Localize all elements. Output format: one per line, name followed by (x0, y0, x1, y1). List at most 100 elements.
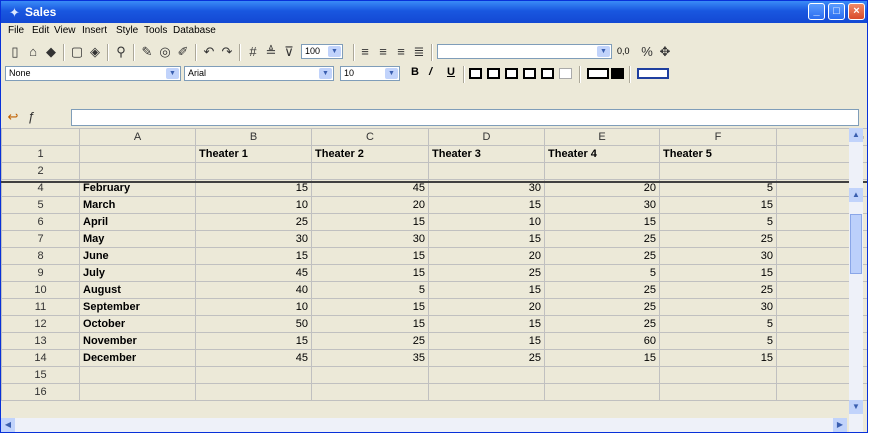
value-cell[interactable]: 15 (311, 213, 429, 231)
cell[interactable] (195, 366, 312, 384)
border-inner-vertical-icon[interactable] (505, 68, 518, 79)
value-cell[interactable]: 15 (195, 247, 312, 265)
minimize-button[interactable]: _ (808, 3, 825, 20)
value-cell[interactable]: 30 (659, 247, 777, 265)
value-cell[interactable]: 15 (428, 230, 545, 248)
value-cell[interactable]: 5 (659, 332, 777, 350)
horizontal-scrollbar[interactable]: ◀ ▶ (1, 418, 847, 432)
column-header-b[interactable]: B (195, 128, 312, 146)
print-icon[interactable]: ◈ (87, 44, 103, 60)
chevron-down-icon[interactable]: ▼ (166, 68, 179, 79)
row-header[interactable]: 6 (1, 213, 80, 231)
row-header[interactable]: 11 (1, 298, 80, 316)
number-format-label[interactable]: 0,0 (617, 46, 630, 56)
chevron-down-icon[interactable]: ▼ (319, 68, 332, 79)
wrap-text-icon[interactable] (637, 68, 669, 79)
column-header-e[interactable]: E (544, 128, 660, 146)
value-cell[interactable]: 5 (311, 281, 429, 299)
value-cell[interactable]: 25 (659, 281, 777, 299)
row-header[interactable]: 8 (1, 247, 80, 265)
cell[interactable] (544, 366, 660, 384)
value-cell[interactable]: 15 (428, 315, 545, 333)
formula-input[interactable] (71, 109, 859, 126)
value-cell[interactable]: 25 (195, 213, 312, 231)
open-folder-icon[interactable]: ⌂ (25, 44, 41, 60)
month-cell[interactable]: September (79, 298, 196, 316)
month-cell[interactable]: December (79, 349, 196, 367)
value-cell[interactable]: 25 (311, 332, 429, 350)
chevron-down-icon[interactable]: ▼ (385, 68, 398, 79)
row-header[interactable]: 15 (1, 366, 80, 384)
value-cell[interactable]: 45 (195, 264, 312, 282)
paint-bucket-icon[interactable]: ✎ (139, 44, 155, 60)
menu-view[interactable]: View (54, 25, 76, 36)
border-box-icon[interactable] (487, 68, 500, 79)
value-cell[interactable]: 25 (544, 247, 660, 265)
row-header[interactable]: 10 (1, 281, 80, 299)
value-cell[interactable]: 15 (659, 349, 777, 367)
value-cell[interactable]: 25 (659, 230, 777, 248)
value-cell[interactable]: 15 (428, 332, 545, 350)
hash-icon[interactable]: # (245, 44, 261, 60)
value-cell[interactable]: 15 (659, 196, 777, 214)
value-cell[interactable]: 30 (659, 298, 777, 316)
row-header[interactable]: 13 (1, 332, 80, 350)
scroll-down-icon[interactable]: ▼ (849, 400, 863, 414)
font-size-select[interactable]: 10 ▼ (340, 66, 400, 81)
cell[interactable] (544, 383, 660, 401)
row-header[interactable]: 7 (1, 230, 80, 248)
row-header[interactable]: 12 (1, 315, 80, 333)
menu-tools[interactable]: Tools (144, 25, 167, 36)
value-cell[interactable]: 15 (311, 247, 429, 265)
redo-icon[interactable]: ↷ (219, 44, 235, 60)
row-header[interactable]: 14 (1, 349, 80, 367)
value-cell[interactable]: 30 (311, 230, 429, 248)
percent-icon[interactable]: % (639, 44, 655, 60)
align-center-icon[interactable]: ≡ (393, 44, 409, 60)
row-header[interactable]: 9 (1, 264, 80, 282)
month-cell[interactable]: October (79, 315, 196, 333)
close-button[interactable]: × (848, 3, 865, 20)
value-cell[interactable]: 10 (195, 196, 312, 214)
cell[interactable] (659, 366, 777, 384)
cell[interactable] (544, 162, 660, 180)
cell[interactable]: Theater 5 (659, 145, 777, 163)
menu-edit[interactable]: Edit (32, 25, 49, 36)
filter-icon[interactable]: ⊽ (281, 44, 297, 60)
value-cell[interactable]: 30 (544, 196, 660, 214)
month-cell[interactable]: April (79, 213, 196, 231)
value-cell[interactable]: 5 (659, 315, 777, 333)
value-cell[interactable]: 20 (428, 247, 545, 265)
sort-ascending-icon[interactable]: ≜ (263, 44, 279, 60)
chevron-down-icon[interactable]: ▼ (328, 46, 341, 57)
value-cell[interactable]: 15 (195, 332, 312, 350)
value-cell[interactable]: 15 (659, 264, 777, 282)
style-select[interactable]: None ▼ (5, 66, 181, 81)
month-cell[interactable]: June (79, 247, 196, 265)
scroll-right-icon[interactable]: ▶ (833, 418, 847, 432)
new-document-icon[interactable]: ▯ (7, 44, 23, 60)
cell[interactable]: Theater 4 (544, 145, 660, 163)
value-cell[interactable]: 30 (195, 230, 312, 248)
cell[interactable] (195, 383, 312, 401)
value-cell[interactable]: 50 (195, 315, 312, 333)
underline-button[interactable]: U (447, 66, 455, 78)
style-icon[interactable]: ◎ (157, 44, 173, 60)
value-cell[interactable]: 15 (544, 349, 660, 367)
select-all-corner[interactable] (1, 128, 80, 146)
value-cell[interactable]: 5 (544, 264, 660, 282)
value-cell[interactable]: 15 (311, 315, 429, 333)
vertical-scrollbar[interactable]: ▲ ▲ ▼ (849, 128, 863, 432)
align-left-icon[interactable]: ≡ (357, 44, 373, 60)
value-cell[interactable]: 15 (311, 298, 429, 316)
value-cell[interactable]: 15 (311, 264, 429, 282)
menu-database[interactable]: Database (173, 25, 216, 36)
chevron-down-icon[interactable]: ▼ (597, 46, 610, 57)
border-all-icon[interactable] (541, 68, 554, 79)
scrollbar-thumb[interactable] (850, 214, 862, 274)
cell[interactable] (311, 383, 429, 401)
cell[interactable] (428, 162, 545, 180)
cell[interactable] (195, 162, 312, 180)
find-icon[interactable]: ⚲ (113, 44, 129, 60)
cell[interactable] (311, 366, 429, 384)
